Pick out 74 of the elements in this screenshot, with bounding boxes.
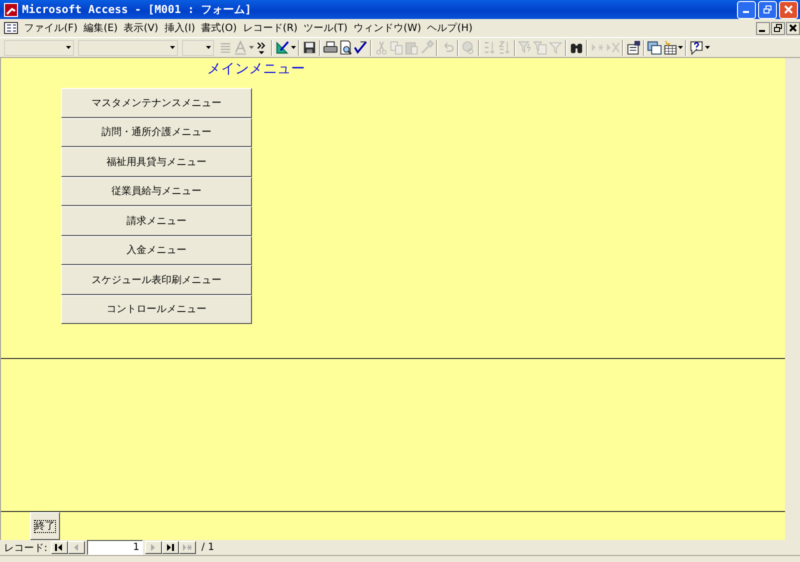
help-icon xyxy=(689,40,704,55)
menu-item[interactable]: ファイル(F) xyxy=(21,21,81,36)
font-color-icon xyxy=(233,40,248,55)
funnel-form-icon xyxy=(533,40,548,55)
menu-item[interactable]: ツール(T) xyxy=(300,21,350,36)
restore-button[interactable] xyxy=(771,22,785,35)
caret-icon xyxy=(249,46,254,49)
menu-item[interactable]: 挿入(I) xyxy=(161,21,198,36)
minimize-button[interactable] xyxy=(756,22,770,35)
menu-button[interactable]: 入金メニュー xyxy=(61,236,252,266)
close-icon xyxy=(784,5,793,14)
menu-item[interactable]: 編集(E) xyxy=(80,21,121,36)
sort-ascending-icon xyxy=(482,40,497,55)
window-title: Microsoft Access - [M001 : フォーム] xyxy=(22,2,252,18)
copy-icon xyxy=(389,40,404,55)
exit-button[interactable]: 終了 xyxy=(30,512,60,540)
caret-icon xyxy=(170,46,175,49)
menu-button[interactable]: マスタメンテナンスメニュー xyxy=(61,88,252,118)
menu-item[interactable]: レコード(R) xyxy=(240,21,301,36)
help-button[interactable] xyxy=(689,38,710,56)
menu-button[interactable]: 訪問・通所介護メニュー xyxy=(61,118,252,148)
database-window-icon xyxy=(647,40,662,55)
sort-descending-icon xyxy=(497,40,512,55)
menu-item[interactable]: ヘルプ(H) xyxy=(424,21,476,36)
last-record-button[interactable] xyxy=(162,541,180,554)
triangle-ruler-icon xyxy=(275,40,290,55)
printer-icon xyxy=(323,40,338,55)
first-record-icon xyxy=(55,543,64,552)
spell-check-icon xyxy=(353,40,368,55)
globe-link-icon xyxy=(461,40,476,55)
last-record-icon xyxy=(166,543,176,552)
menu-button[interactable]: 福祉用具貸与メニュー xyxy=(61,147,252,177)
caret-icon xyxy=(705,46,710,49)
dropdown-field[interactable] xyxy=(182,40,214,56)
record-total: / 1 xyxy=(201,542,214,554)
form-title: メインメニュー xyxy=(207,60,306,78)
caret-icon xyxy=(678,46,683,49)
first-record-button[interactable] xyxy=(51,541,68,554)
record-label: レコード: xyxy=(4,542,48,555)
page-magnifier-button[interactable] xyxy=(338,38,353,56)
menu-button[interactable]: 従業員給与メニュー xyxy=(61,176,252,206)
properties-button[interactable] xyxy=(626,38,641,56)
form-window-icon xyxy=(4,22,18,34)
menu-item[interactable]: ウィンドウ(W) xyxy=(350,21,424,36)
properties-icon xyxy=(626,40,641,55)
scissors-icon xyxy=(374,40,389,55)
page-magnifier-icon xyxy=(338,40,353,55)
new-object-button[interactable] xyxy=(662,38,683,56)
menu-button[interactable]: スケジュール表印刷メニュー xyxy=(61,265,252,295)
menu-button[interactable]: コントロールメニュー xyxy=(61,294,252,324)
dropdown-field[interactable] xyxy=(78,40,178,56)
caret-icon xyxy=(66,46,71,49)
triangle-ruler-button[interactable] xyxy=(275,38,296,56)
menu-item[interactable]: 書式(O) xyxy=(198,21,240,36)
funnel-lightning-icon xyxy=(518,40,533,55)
restore-icon xyxy=(774,24,782,32)
new-object-icon xyxy=(662,40,677,55)
menu-button[interactable]: 請求メニュー xyxy=(61,206,252,236)
spell-check-button[interactable] xyxy=(353,38,368,56)
brush-icon xyxy=(419,40,434,55)
close-icon xyxy=(789,24,797,32)
app-key-icon xyxy=(4,2,18,17)
close-button[interactable] xyxy=(786,22,800,35)
clipboard-icon xyxy=(404,40,419,55)
caret-icon xyxy=(291,46,296,49)
new-record-icon xyxy=(183,543,192,552)
record-number-field[interactable]: 1 xyxy=(87,540,144,556)
delete-record-icon xyxy=(605,40,620,55)
database-window-button[interactable] xyxy=(647,38,662,56)
dropdown-field[interactable] xyxy=(4,40,74,56)
funnel-icon xyxy=(548,40,563,55)
menu-item[interactable]: 表示(V) xyxy=(120,21,162,36)
align-icon xyxy=(218,40,233,55)
caret-icon xyxy=(206,46,211,49)
